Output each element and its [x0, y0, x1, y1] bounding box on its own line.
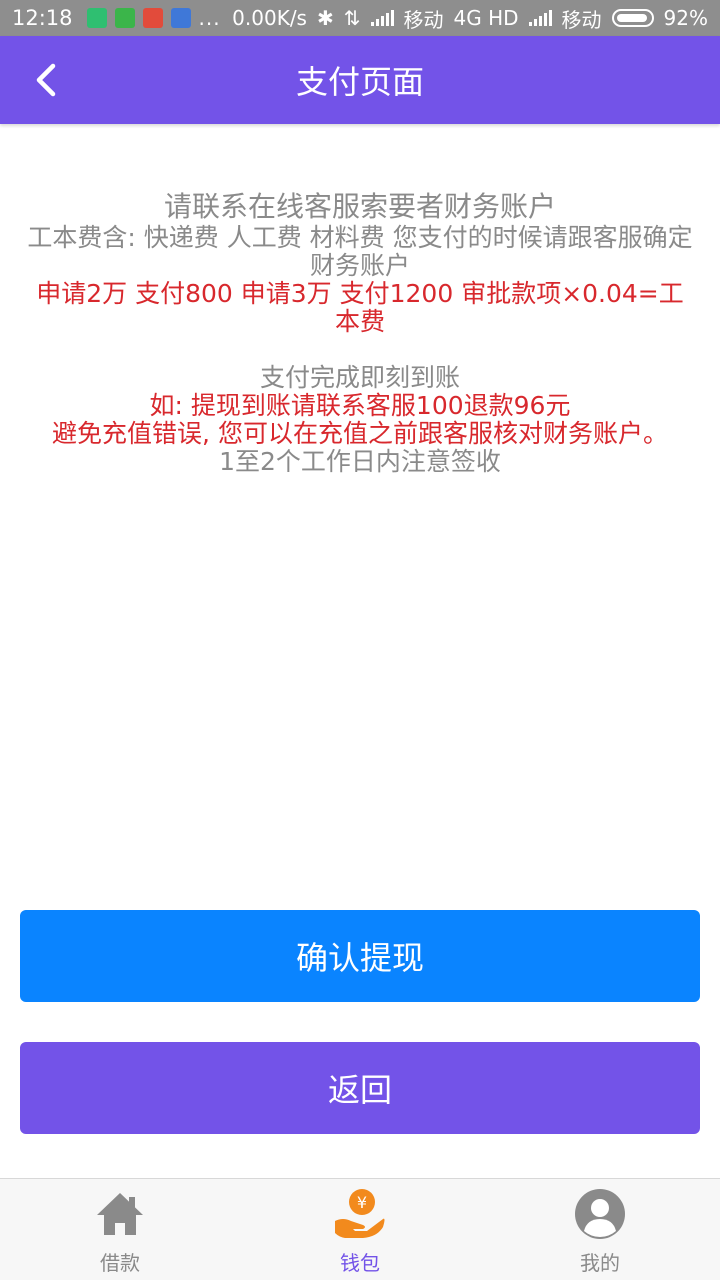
home-icon: [97, 1193, 143, 1235]
chevron-left-icon: [36, 63, 56, 97]
signal-icon-1: [370, 10, 394, 26]
shop-app-icon: [142, 8, 163, 28]
battery-level: 92%: [663, 6, 708, 30]
wechat-app-icon: [114, 8, 135, 28]
notice-warning-line: 避免充值错误, 您可以在充值之前跟客服核对财务账户。: [52, 419, 668, 448]
app-header: 支付页面: [0, 36, 720, 124]
back-button[interactable]: [26, 58, 66, 102]
user-icon: [575, 1189, 625, 1239]
carrier-1: 移动: [403, 7, 444, 32]
tab-mine[interactable]: 我的: [480, 1179, 720, 1280]
carrier-2: 移动: [561, 7, 602, 32]
svg-text:¥: ¥: [357, 1193, 367, 1212]
status-time: 12:18: [12, 6, 73, 30]
return-button[interactable]: 返回: [20, 1042, 700, 1134]
page-title: 支付页面: [295, 63, 424, 101]
signal-icon-2: [528, 10, 552, 26]
payment-notice: 请联系在线客服索要者财务账户 工本费含: 快递费 人工费 材料费 您支付的时候请…: [24, 190, 696, 476]
status-bar: 12:18 ... 0.00K/s ✱ ⇅ 移动 4G HD 移动 92%: [0, 0, 720, 36]
notice-spacer: [24, 336, 696, 364]
bottom-tab-bar: 借款 ¥ 钱包 我的: [0, 1178, 720, 1280]
accessibility-app-icon: [170, 8, 191, 28]
notice-fee-line: 工本费含: 快递费 人工费 材料费 您支付的时候请跟客服确定财务账户: [27, 223, 693, 280]
notice-example-line: 如: 提现到账请联系客服100退款96元: [149, 391, 571, 420]
network-type: 4G HD: [453, 6, 519, 30]
network-speed: 0.00K/s: [232, 6, 307, 30]
more-notifications-icon: ...: [198, 6, 221, 30]
notice-contact-line: 请联系在线客服索要者财务账户: [163, 190, 556, 223]
tab-wallet[interactable]: ¥ 钱包: [240, 1179, 480, 1280]
bluetooth-icon: ✱: [316, 6, 334, 30]
confirm-withdraw-button[interactable]: 确认提现: [20, 910, 700, 1002]
data-transfer-icon: ⇅: [343, 6, 361, 30]
battery-icon: [611, 9, 654, 27]
shield-app-icon: [86, 8, 107, 28]
tab-label-wallet: 钱包: [340, 1251, 380, 1275]
tab-label-loan: 借款: [100, 1251, 140, 1275]
notice-amount-line: 申请2万 支付800 申请3万 支付1200 审批款项×0.04=工本费: [36, 279, 684, 336]
notice-delivery-line: 1至2个工作日内注意签收: [219, 447, 501, 476]
tab-loan[interactable]: 借款: [0, 1179, 240, 1280]
tab-label-mine: 我的: [580, 1251, 620, 1275]
notice-instant-line: 支付完成即刻到账: [259, 363, 460, 392]
wallet-icon: ¥: [335, 1189, 385, 1238]
